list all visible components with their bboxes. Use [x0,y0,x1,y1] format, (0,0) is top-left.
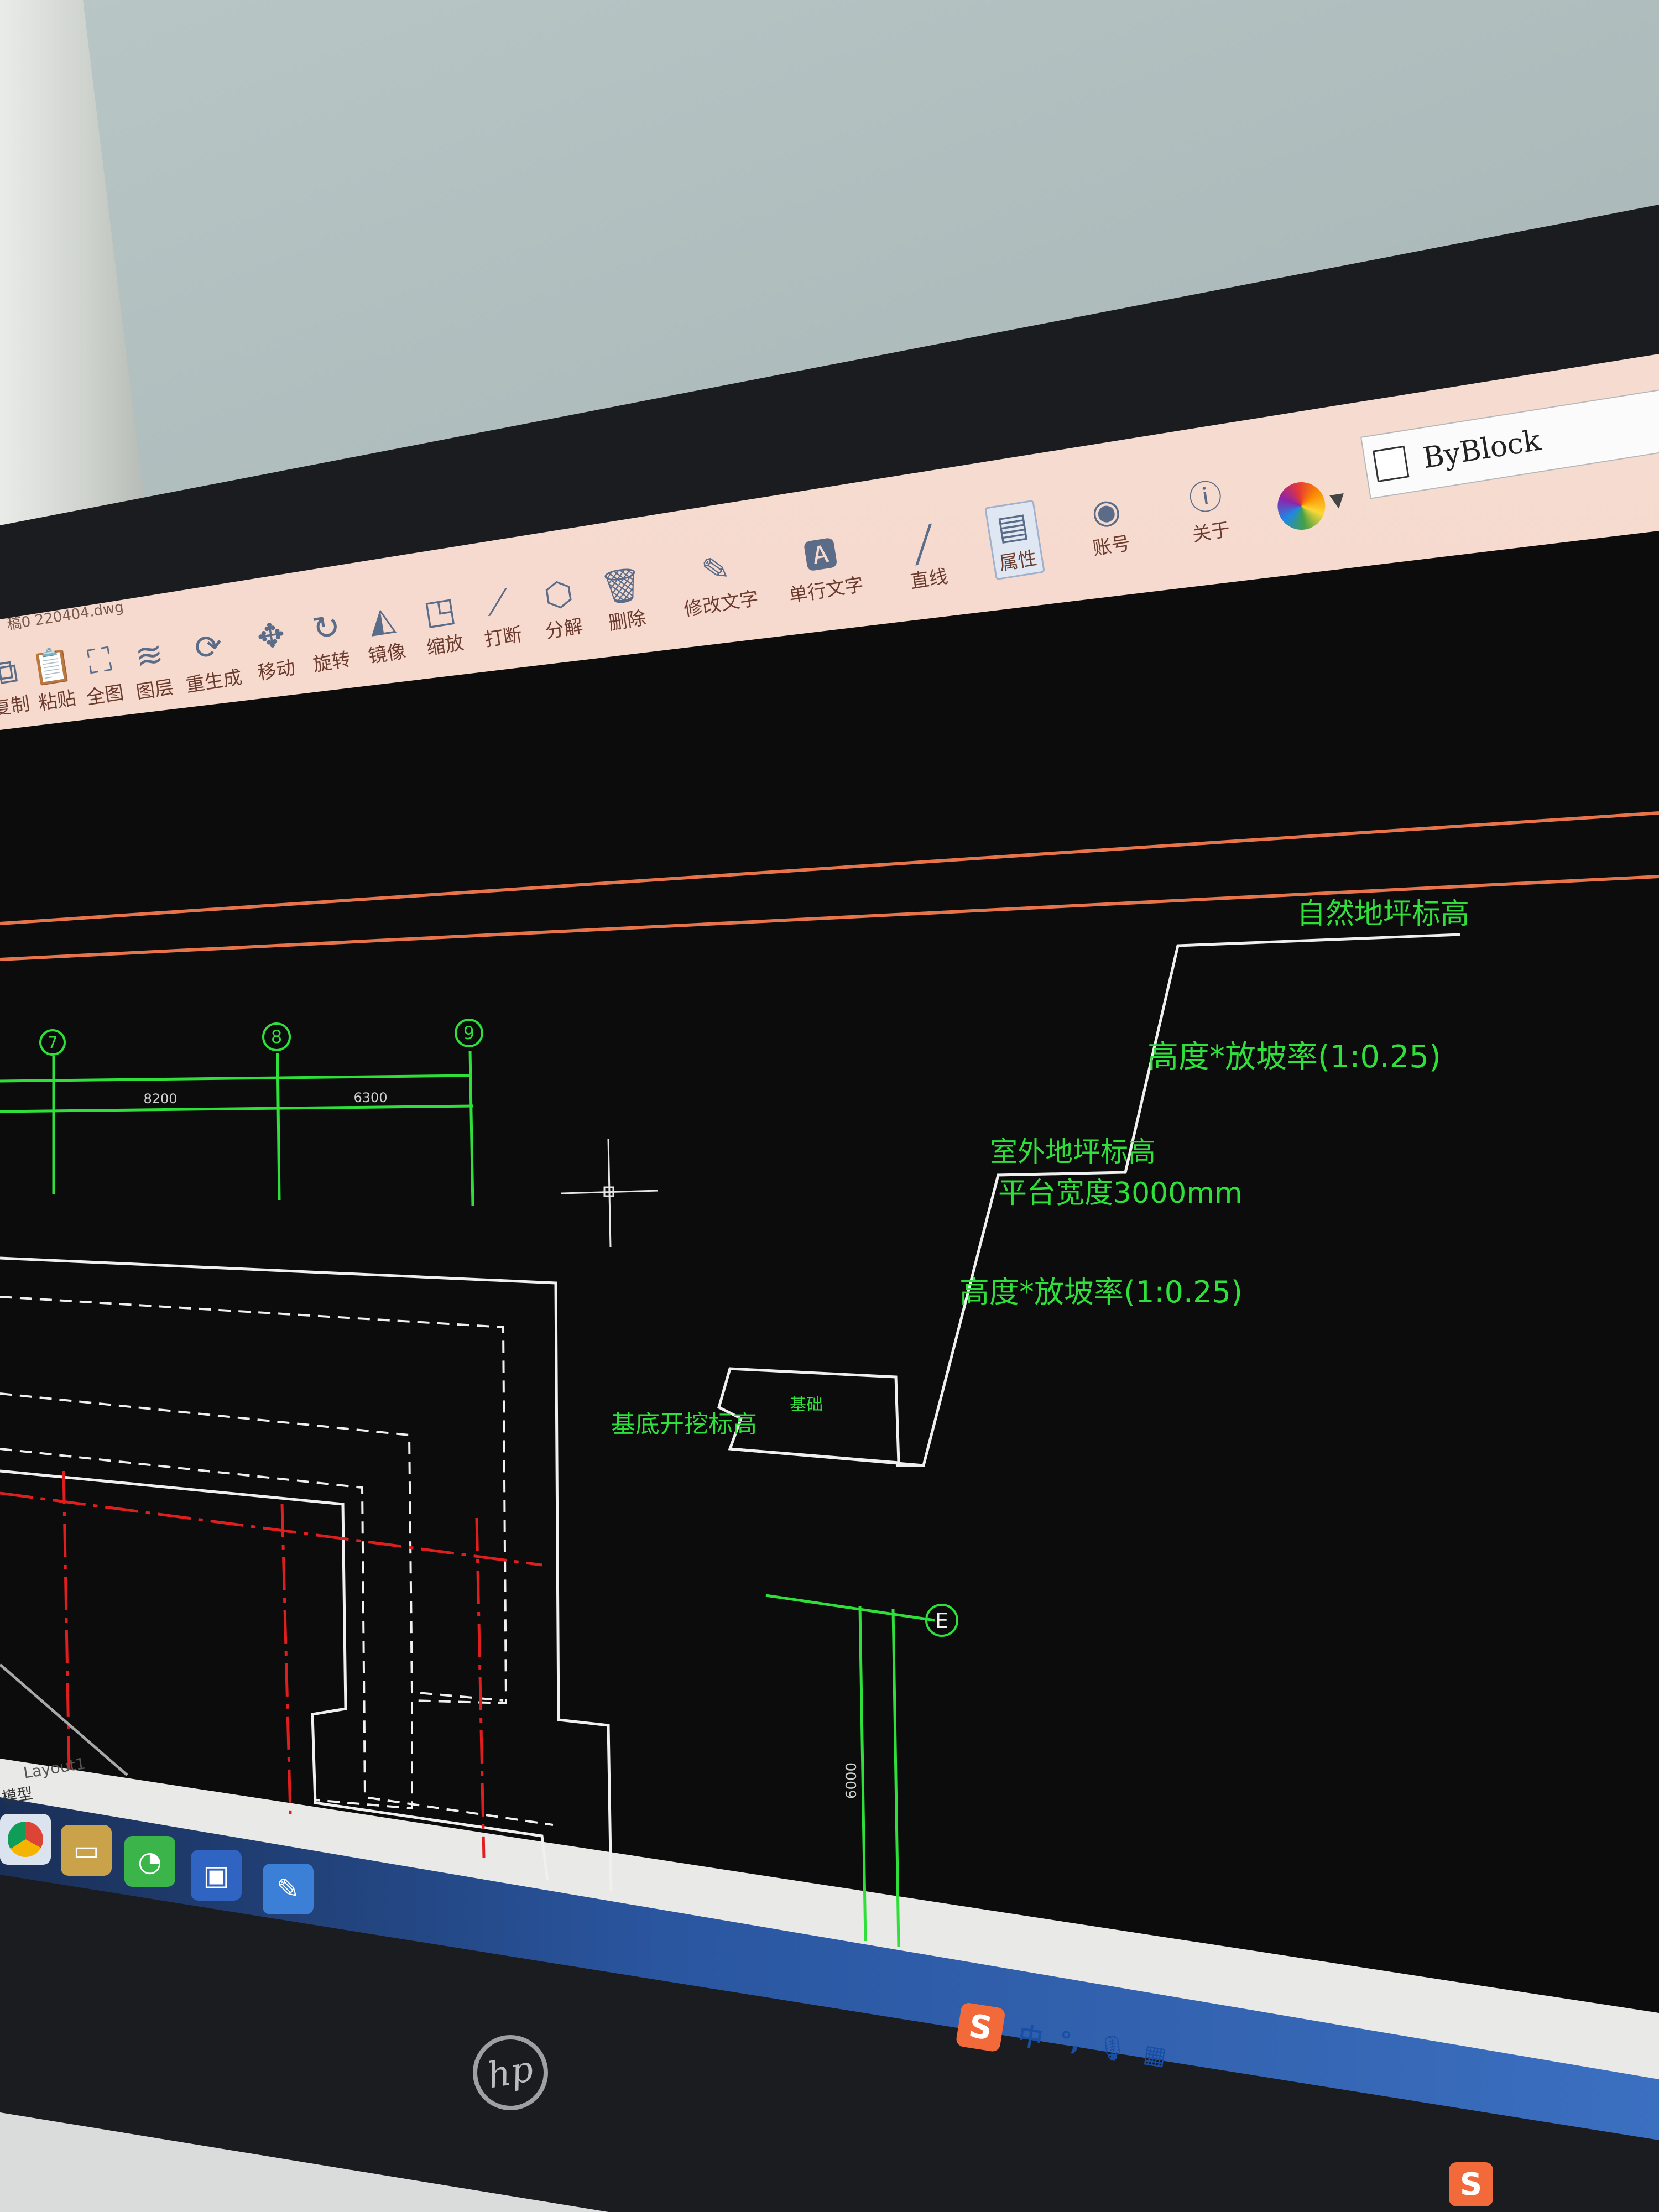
red-axis-vertical-2 [280,1504,292,1814]
cad-drawing: 7 8 9 8200 6300 自然地坪标高 高度*放坡率(1:0.25) 室外… [0,811,1659,1947]
pit-outline-outer [0,1256,613,1892]
pit-outline-dashed-2 [0,1392,504,1702]
grid-label-9: 9 [463,1022,474,1044]
grid-axis-e-vertical-2 [891,1609,900,1947]
slope-ratio-lower-label: 高度*放坡率(1:0.25) [959,1275,1243,1310]
grid-axis-8 [276,1053,281,1201]
ime-punctuation[interactable]: °, [1057,2026,1082,2057]
grid-label-7: 7 [47,1034,58,1053]
dimension-6300: 6300 [353,1090,387,1105]
slope-ratio-upper-label: 高度*放坡率(1:0.25) [1147,1039,1441,1075]
chrome-icon[interactable] [0,1814,51,1865]
dimension-line-lower [0,1104,473,1113]
foundation-label: 基础 [790,1395,823,1415]
grid-axis-9 [468,1050,474,1206]
crosshair-cursor [561,1139,659,1248]
pit-outline-inner [0,1469,549,1881]
wechat-icon[interactable]: ◔ [124,1836,175,1887]
dimension-line-upper [0,1074,471,1083]
red-axis-horizontal [0,1491,542,1567]
ime-mode[interactable]: 中 [1016,2016,1045,2054]
grid-axis-e-vertical-1 [858,1606,867,1942]
grid-axis-e-horizontal [765,1594,935,1622]
excavation-bottom-label: 基底开挖标高 [611,1410,757,1438]
red-axis-vertical-3 [475,1517,486,1859]
excavation-bottom-line [729,1447,924,1467]
sogou-ime-icon[interactable]: S [955,2002,1006,2053]
platform-width-label: 平台宽度3000mm [998,1177,1243,1210]
microphone-icon[interactable]: 🎙 [1094,2031,1129,2064]
dimension-6000: 6000 [843,1762,860,1799]
grid-menu-icon[interactable]: ▦ [1141,2039,1168,2070]
folder-icon[interactable]: ▭ [61,1825,112,1876]
editor-icon[interactable]: ✎ [263,1864,314,1914]
outdoor-ground-label: 室外地坪标高 [990,1136,1156,1168]
grid-label-e: E [935,1609,948,1633]
natural-ground-label: 自然地坪标高 [1297,898,1469,931]
sogou-tray-icon[interactable]: S [1449,2162,1493,2206]
dimension-8200: 8200 [143,1091,177,1107]
cad-app-icon[interactable]: ▣ [191,1850,242,1901]
grid-label-8: 8 [271,1026,282,1047]
